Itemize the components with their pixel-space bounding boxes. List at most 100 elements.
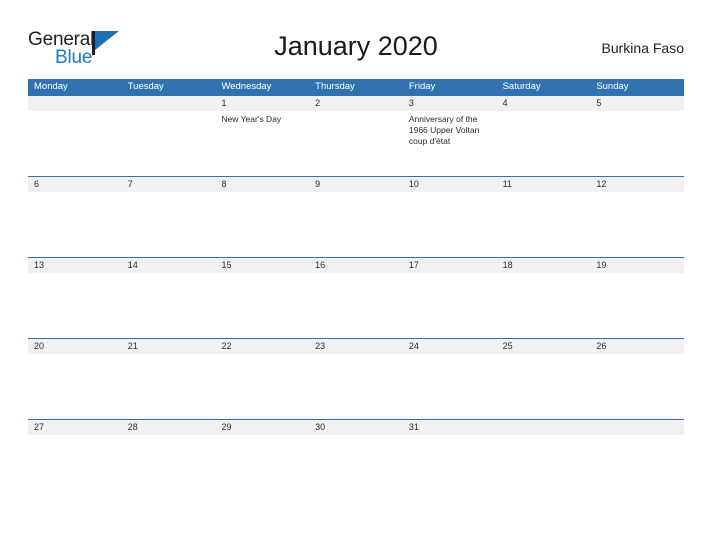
week-event-band [28,354,684,419]
day-cell[interactable] [122,354,216,419]
day-number[interactable]: 29 [215,420,309,435]
day-cell[interactable] [28,192,122,257]
day-number[interactable]: 14 [122,258,216,273]
calendar-grid: Monday Tuesday Wednesday Thursday Friday… [28,79,684,485]
day-number[interactable] [122,96,216,111]
day-number[interactable]: 15 [215,258,309,273]
day-cell[interactable] [215,435,309,485]
week-event-band [28,435,684,485]
day-number[interactable]: 18 [497,258,591,273]
week-event-band [28,192,684,257]
day-number[interactable]: 7 [122,177,216,192]
weekday-header-saturday: Saturday [502,81,541,92]
day-number[interactable] [28,96,122,111]
day-number[interactable]: 16 [309,258,403,273]
day-number[interactable]: 12 [590,177,684,192]
day-cell[interactable]: Anniversary of the 1966 Upper Voltan cou… [403,111,497,176]
day-cell[interactable] [497,192,591,257]
day-cell[interactable] [403,435,497,485]
day-cell[interactable] [215,354,309,419]
day-number[interactable]: 13 [28,258,122,273]
day-cell[interactable] [309,111,403,176]
day-number[interactable]: 4 [497,96,591,111]
day-cell[interactable] [122,111,216,176]
day-number[interactable]: 19 [590,258,684,273]
day-cell[interactable] [403,273,497,338]
weekday-header-tuesday: Tuesday [127,81,164,92]
calendar-week-row: 6 7 8 9 10 11 12 [28,176,684,257]
day-number[interactable]: 26 [590,339,684,354]
week-event-band [28,273,684,338]
day-cell[interactable] [497,111,591,176]
day-cell[interactable] [28,273,122,338]
day-cell[interactable] [590,192,684,257]
day-number[interactable]: 3 [403,96,497,111]
day-number[interactable]: 8 [215,177,309,192]
day-cell[interactable] [497,435,591,485]
day-cell[interactable] [403,192,497,257]
calendar-page: General Blue January 2020 Burkina Faso M… [0,0,712,550]
weekday-header-monday: Monday [34,81,68,92]
page-title: January 2020 [274,31,438,61]
day-number[interactable]: 20 [28,339,122,354]
day-number[interactable]: 5 [590,96,684,111]
week-date-band: 20 21 22 23 24 25 26 [28,339,684,354]
page-header: General Blue January 2020 Burkina Faso [28,28,684,72]
day-cell[interactable] [403,354,497,419]
day-cell[interactable] [122,435,216,485]
day-number[interactable]: 6 [28,177,122,192]
day-number[interactable]: 11 [497,177,591,192]
day-number[interactable]: 28 [122,420,216,435]
day-cell[interactable] [497,273,591,338]
weekday-header-row: Monday Tuesday Wednesday Thursday Friday… [28,79,684,95]
weekday-header-friday: Friday [408,81,436,92]
day-number[interactable]: 31 [403,420,497,435]
weekday-header-sunday: Sunday [596,81,629,92]
day-number[interactable] [497,420,591,435]
weekday-header-wednesday: Wednesday [221,81,272,92]
calendar-week-row: 20 21 22 23 24 25 26 [28,338,684,419]
day-number[interactable]: 24 [403,339,497,354]
day-cell[interactable]: New Year's Day [215,111,309,176]
day-cell[interactable] [122,273,216,338]
day-event-text: New Year's Day [221,114,282,124]
day-number[interactable]: 2 [309,96,403,111]
week-date-band: 1 2 3 4 5 [28,96,684,111]
day-cell[interactable] [309,435,403,485]
day-cell[interactable] [590,111,684,176]
day-cell[interactable] [122,192,216,257]
calendar-week-row: 27 28 29 30 31 [28,419,684,485]
day-number[interactable]: 1 [215,96,309,111]
day-event-text: Anniversary of the 1966 Upper Voltan cou… [408,114,480,146]
calendar-week-row: 1 2 3 4 5 New Year's Day Anniversary of … [28,95,684,176]
day-cell[interactable] [309,354,403,419]
calendar-week-row: 13 14 15 16 17 18 19 [28,257,684,338]
day-number[interactable]: 10 [403,177,497,192]
day-cell[interactable] [28,111,122,176]
day-cell[interactable] [590,435,684,485]
day-number[interactable]: 22 [215,339,309,354]
day-cell[interactable] [28,354,122,419]
day-cell[interactable] [309,273,403,338]
week-date-band: 13 14 15 16 17 18 19 [28,258,684,273]
day-number[interactable]: 9 [309,177,403,192]
week-date-band: 6 7 8 9 10 11 12 [28,177,684,192]
day-number[interactable]: 21 [122,339,216,354]
day-cell[interactable] [28,435,122,485]
day-number[interactable]: 27 [28,420,122,435]
day-cell[interactable] [590,273,684,338]
day-cell[interactable] [590,354,684,419]
day-number[interactable]: 25 [497,339,591,354]
weekday-header-thursday: Thursday [315,81,355,92]
day-number[interactable]: 17 [403,258,497,273]
day-cell[interactable] [215,273,309,338]
week-event-band: New Year's Day Anniversary of the 1966 U… [28,111,684,176]
day-number[interactable]: 30 [309,420,403,435]
day-number[interactable] [590,420,684,435]
day-cell[interactable] [497,354,591,419]
week-date-band: 27 28 29 30 31 [28,420,684,435]
day-cell[interactable] [215,192,309,257]
country-label: Burkina Faso [601,40,684,56]
day-number[interactable]: 23 [309,339,403,354]
day-cell[interactable] [309,192,403,257]
